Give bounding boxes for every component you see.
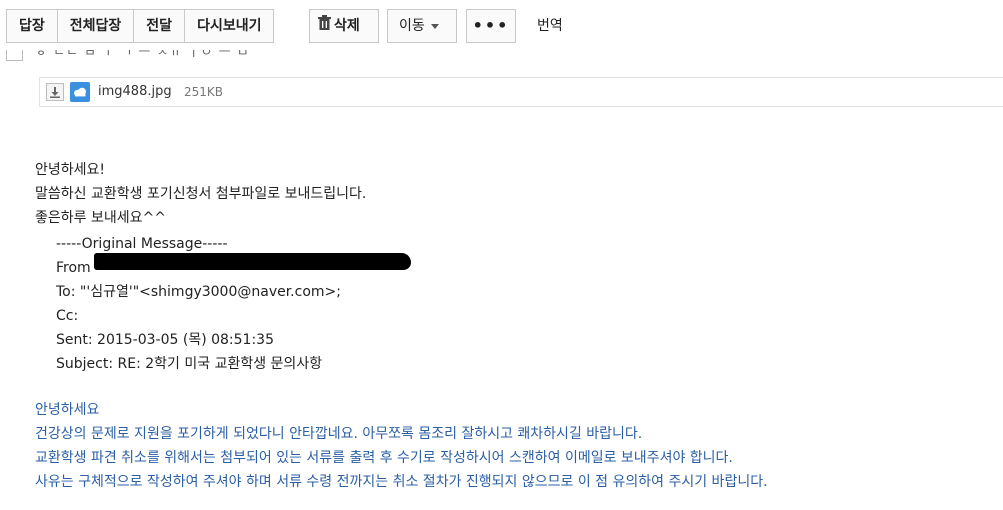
forward-button[interactable]: 전달 [134, 10, 186, 42]
delete-label: 삭제 [334, 18, 360, 34]
reply-button[interactable]: 답장 [7, 10, 58, 42]
attachment-bar: img488.jpg 251KB [39, 77, 1003, 107]
cloud-icon[interactable] [70, 82, 90, 102]
subject-line: Subject: RE: 2학기 미국 교환학생 문의사항 [56, 352, 341, 376]
delete-button[interactable]: 삭제 [309, 9, 379, 43]
move-dropdown[interactable]: 이동 [387, 9, 457, 43]
download-icon[interactable] [46, 83, 64, 101]
sent-line: Sent: 2015-03-05 (목) 08:51:35 [56, 328, 341, 352]
translate-button[interactable]: 번역 [537, 9, 563, 43]
move-label: 이동 [399, 18, 425, 34]
reply-button-group: 답장 전체답장 전달 다시보내기 [6, 9, 275, 43]
attachment-size: 251KB [184, 85, 224, 99]
to-line: To: "'심규열'"<shimgy3000@naver.com>; [56, 280, 341, 304]
subject-value: RE: 2학기 미국 교환학생 문의사항 [117, 356, 323, 372]
body-line: 좋은하루 보내세요^^ [35, 210, 166, 226]
cc-label: Cc: [56, 308, 79, 324]
reply-line: 건강상의 문제로 지원을 포기하게 되었다니 안타깝네요. 아무쪼록 몸조리 잘… [35, 426, 643, 442]
attachment-filename[interactable]: img488.jpg [98, 84, 172, 99]
to-value: "'심규열'"<shimgy3000@naver.com>; [79, 284, 341, 300]
from-label: From [56, 260, 91, 276]
body-line: 안녕하세요! [35, 162, 106, 178]
to-label: To: [56, 284, 76, 300]
resend-button[interactable]: 다시보내기 [185, 10, 273, 42]
mail-header-partial: ㅎ ㄴㄴ ㅂ ㅜ ㄱ ㅡ ㅈㅠ ㅣㅇ ㅡ ㅁ [0, 50, 1003, 66]
redaction-mark [94, 253, 411, 270]
reply-line: 사유는 구체적으로 작성하여 주셔야 하며 서류 수령 전까지는 취소 절차가 … [35, 474, 768, 490]
mail-toolbar: 답장 전체답장 전달 다시보내기 삭제 이동 ••• 번역 [0, 0, 1003, 50]
cc-line: Cc: [56, 304, 341, 328]
sent-value: 2015-03-05 (목) 08:51:35 [97, 332, 274, 348]
reply-line: 교환학생 파견 취소를 위해서는 첨부되어 있는 서류를 출력 후 수기로 작성… [35, 450, 733, 466]
subject-label: Subject: [56, 356, 114, 372]
message-body: 안녕하세요! 말씀하신 교환학생 포기신청서 첨부파일로 보내드립니다. 좋은하… [35, 158, 366, 230]
reply-body: 안녕하세요 건강상의 문제로 지원을 포기하게 되었다니 안타깝네요. 아무쪼록… [35, 398, 768, 494]
caret-down-icon [430, 23, 439, 29]
trash-icon [318, 10, 331, 42]
cut-off-header-text: ㅎ ㄴㄴ ㅂ ㅜ ㄱ ㅡ ㅈㅠ ㅣㅇ ㅡ ㅁ [35, 50, 250, 60]
more-button[interactable]: ••• [466, 9, 516, 43]
body-line: 말씀하신 교환학생 포기신청서 첨부파일로 보내드립니다. [35, 186, 367, 202]
reply-all-button[interactable]: 전체답장 [58, 10, 135, 42]
sent-label: Sent: [56, 332, 93, 348]
reply-line: 안녕하세요 [35, 402, 100, 418]
select-checkbox[interactable] [6, 50, 23, 61]
